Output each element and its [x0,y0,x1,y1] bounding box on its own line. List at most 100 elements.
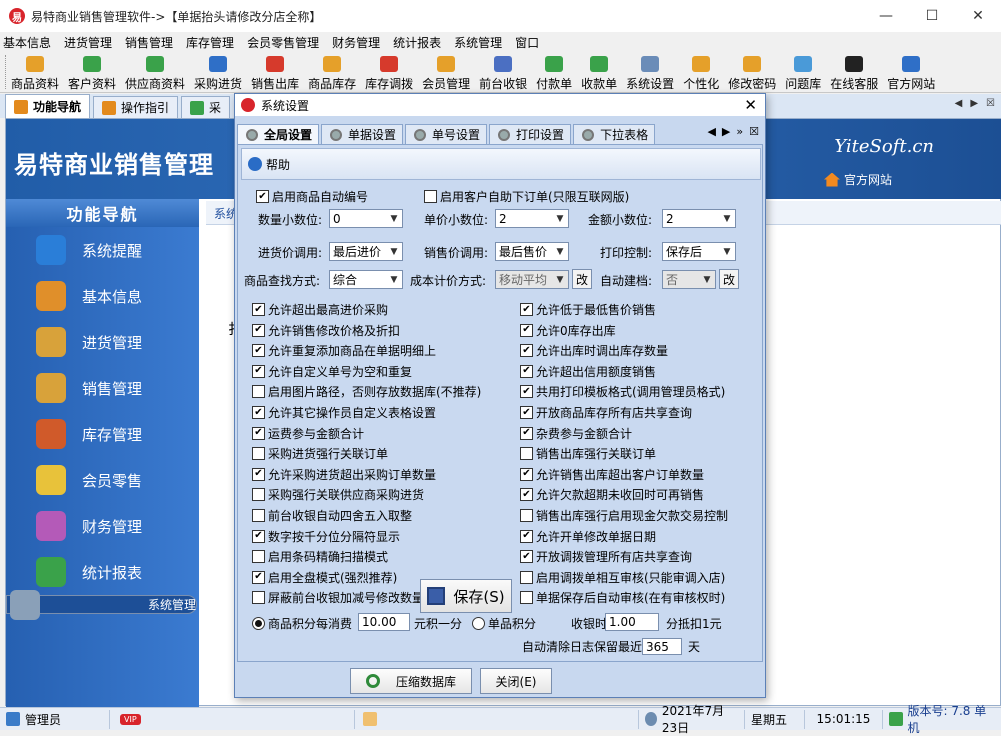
self-order-checkbox[interactable]: 启用客户自助下订单(只限互联网版) [424,188,629,205]
option-checkbox[interactable]: ✔ 允许开单修改单据日期 [520,528,656,545]
menu-item[interactable]: 销售管理 [125,34,173,51]
toolbar-button[interactable]: 销售出库 [251,54,299,92]
nav-item[interactable]: 财务管理 [6,503,199,549]
option-checkbox[interactable]: ✔ 运费参与金额合计 [252,425,364,442]
option-checkbox[interactable]: ✔ 杂费参与金额合计 [520,425,632,442]
toolbar-button[interactable]: 修改密码 [728,54,776,92]
menu-item[interactable]: 进货管理 [64,34,112,51]
dialog-tab[interactable]: 下拉表格 [573,124,656,144]
option-checkbox[interactable]: 屏蔽前台收银加减号修改数量功能 [252,589,448,606]
option-checkbox[interactable]: 采购强行关联供应商采购进货 [252,486,424,503]
maximize-icon[interactable]: ☐ [909,0,955,32]
toolbar-button[interactable]: 收款单 [581,54,617,92]
toolbar-button[interactable]: 问题库 [785,54,821,92]
amount-decimal-select[interactable]: 2 ▼ [662,209,736,228]
purchase-price-select[interactable]: 最后进价 ▼ [329,242,403,261]
option-checkbox[interactable]: ✔ 允许重复添加商品在单据明细上 [252,342,436,359]
tab-purchase[interactable]: 采 [181,96,231,118]
nav-item[interactable]: 统计报表 [6,549,199,595]
option-checkbox[interactable]: ✔ 启用全盘模式(强烈推荐) [252,569,397,586]
toolbar-button[interactable]: 商品库存 [308,54,356,92]
option-checkbox[interactable]: ✔ 允许欠款超期未收回时可再销售 [520,486,704,503]
qty-decimal-select[interactable]: 0 ▼ [329,209,403,228]
nav-item[interactable]: 系统提醒 [6,227,199,273]
toolbar-button[interactable]: 付款单 [536,54,572,92]
cost-mode-select[interactable]: 移动平均 ▼ [495,270,569,289]
nav-item[interactable]: 销售管理 [6,365,199,411]
tab-operation-guide[interactable]: 操作指引 [93,96,179,118]
option-checkbox[interactable]: 销售出库强行启用现金欠款交易控制 [520,507,728,524]
option-checkbox[interactable]: 销售出库强行关联订单 [520,445,656,462]
option-checkbox[interactable]: ✔ 允许0库存出库 [520,322,616,339]
nav-item[interactable]: 会员零售 [6,457,199,503]
compress-database-button[interactable]: 压缩数据库 [350,668,472,694]
sale-price-select[interactable]: 最后售价 ▼ [495,242,569,261]
menu-item[interactable]: 财务管理 [332,34,380,51]
points-per-radio[interactable]: 商品积分每消费 [252,615,352,632]
toolbar-grip[interactable] [5,55,8,89]
option-checkbox[interactable]: ✔ 允许其它操作员自定义表格设置 [252,404,436,421]
nav-item[interactable]: 进货管理 [6,319,199,365]
minimize-icon[interactable]: — [863,0,909,32]
option-checkbox[interactable]: ✔ 开放调拨管理所有店共享查询 [520,548,692,565]
print-control-select[interactable]: 保存后 ▼ [662,242,736,261]
option-checkbox[interactable]: ✔ 允许销售修改价格及折扣 [252,322,400,339]
close-icon[interactable]: ✕ [955,0,1001,32]
cash-points-input[interactable]: 1.00 [605,613,659,631]
dialog-tab[interactable]: 单据设置 [321,124,404,144]
option-checkbox[interactable]: 启用图片路径，否则存放数据库(不推荐) [252,383,481,400]
option-checkbox[interactable]: ✔ 允许自定义单号为空和重复 [252,363,412,380]
save-button[interactable]: 保存(S) [420,579,512,613]
toolbar-button[interactable]: 采购进货 [194,54,242,92]
option-checkbox[interactable]: ✔ 允许超出最高进价采购 [252,301,388,318]
option-checkbox[interactable]: 单据保存后自动审核(在有审核权时) [520,589,725,606]
price-decimal-select[interactable]: 2 ▼ [495,209,569,228]
points-per-input[interactable]: 10.00 [358,613,410,631]
close-button[interactable]: 关闭(E) [480,668,552,694]
cost-mode-change-button[interactable]: 改 [572,269,592,289]
option-checkbox[interactable]: ✔ 允许采购进货超出采购订单数量 [252,466,436,483]
toolbar-button[interactable]: 前台收银 [479,54,527,92]
toolbar-button[interactable]: 库存调拨 [365,54,413,92]
option-checkbox[interactable]: 采购进货强行关联订单 [252,445,388,462]
option-checkbox[interactable]: ✔ 开放商品库存所有店共享查询 [520,404,692,421]
menu-item[interactable]: 窗口 [515,34,539,51]
nav-item[interactable]: 系统管理 [6,589,197,620]
nav-item[interactable]: 基本信息 [6,273,199,319]
option-checkbox[interactable]: ✔ 数字按千分位分隔符显示 [252,528,400,545]
help-bar[interactable]: 帮助 [241,148,761,180]
menu-item[interactable]: 库存管理 [186,34,234,51]
nav-item[interactable]: 库存管理 [6,411,199,457]
option-checkbox[interactable]: ✔ 共用打印模板格式(调用管理员格式) [520,383,725,400]
option-checkbox[interactable]: ✔ 允许出库时调出库存数量 [520,342,668,359]
log-retention-input[interactable]: 365 [642,638,682,655]
option-checkbox[interactable]: ✔ 允许低于最低售价销售 [520,301,656,318]
option-checkbox[interactable]: ✔ 允许销售出库超出客户订单数量 [520,466,704,483]
toolbar-button[interactable]: 系统设置 [626,54,674,92]
option-checkbox[interactable]: 启用条码精确扫描模式 [252,548,388,565]
tab-close-icon[interactable]: ☒ [986,98,995,109]
dialog-tab[interactable]: 全局设置 [237,124,320,144]
dialog-tab-next-icon[interactable]: ▶ [722,125,730,138]
toolbar-button[interactable]: 个性化 [683,54,719,92]
menu-item[interactable]: 统计报表 [393,34,441,51]
toolbar-button[interactable]: 客户资料 [68,54,116,92]
toolbar-button[interactable]: 官方网站 [887,54,935,92]
auto-file-change-button[interactable]: 改 [719,269,739,289]
tab-next-icon[interactable]: ▶ [970,98,978,109]
dialog-tab-more-icon[interactable]: » [736,125,743,138]
auto-file-select[interactable]: 否 ▼ [662,270,716,289]
tab-function-nav[interactable]: 功能导航 [5,94,91,118]
tab-prev-icon[interactable]: ◀ [955,98,963,109]
menu-item[interactable]: 会员零售管理 [247,34,319,51]
search-mode-select[interactable]: 综合 ▼ [329,270,403,289]
dialog-tab[interactable]: 单号设置 [405,124,488,144]
toolbar-button[interactable]: 会员管理 [422,54,470,92]
dialog-tab-close-icon[interactable]: ☒ [749,125,759,138]
toolbar-button[interactable]: 供应商资料 [125,54,185,92]
official-website-link[interactable]: 官方网站 [823,171,892,188]
menu-item[interactable]: 系统管理 [454,34,502,51]
auto-code-checkbox[interactable]: ✔ 启用商品自动编号 [256,188,368,205]
option-checkbox[interactable]: 启用调拨单相互审核(只能审调入店) [520,569,725,586]
dialog-tab[interactable]: 打印设置 [489,124,572,144]
